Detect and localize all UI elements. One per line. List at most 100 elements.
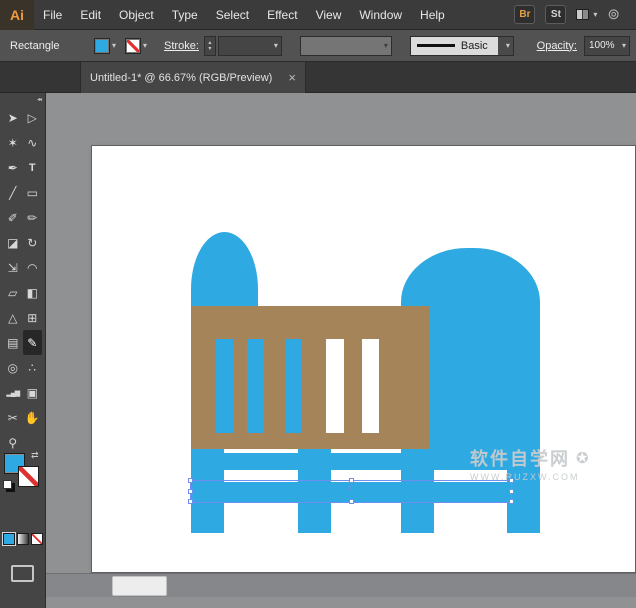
tab-close-button[interactable]: × [288,70,296,85]
workspace-switcher[interactable]: ▾ [576,9,597,20]
artboard-tool[interactable]: ▣ [23,380,43,405]
bridge-button[interactable]: Br [514,5,535,24]
rotate-tool[interactable]: ↻ [23,230,43,255]
cs-live-icon[interactable]: ⊚ [607,7,620,22]
stroke-weight-label[interactable]: Stroke: [164,40,199,52]
rectangle-tool[interactable]: ▭ [23,180,43,205]
toolbar-collapse-button[interactable]: ◂◂ [0,93,45,105]
scrollbar-thumb[interactable] [112,576,167,596]
main-menus: File Edit Object Type Select Effect View… [34,0,454,30]
app-logo[interactable]: Ai [0,0,34,30]
color-button[interactable] [3,533,15,545]
chevron-down-icon: ▾ [274,41,278,50]
menu-type[interactable]: Type [163,0,207,30]
perspective-grid-tool[interactable]: △ [3,305,23,330]
opacity-dropdown[interactable]: 100% ▾ [584,36,630,56]
blend-tool[interactable]: ◎ [3,355,23,380]
scale-tool[interactable]: ⇲ [3,255,23,280]
selection-center-point[interactable]: × [347,484,352,493]
stroke-weight-stepper[interactable]: ▴ ▾ [204,36,216,56]
color-mode-buttons [3,533,43,545]
slice-tool[interactable]: ✂ [3,405,23,430]
chevron-down-icon: ▾ [143,41,147,50]
type-tool[interactable]: T [23,155,43,180]
eyedropper-tool[interactable]: ✎ [23,330,43,355]
crib-slat-gap[interactable] [362,339,379,433]
width-tool[interactable]: ◠ [23,255,43,280]
brush-definition-dropdown[interactable]: ▾ [300,36,392,56]
menu-view[interactable]: View [307,0,351,30]
dropdown-arrow[interactable]: ▾ [498,37,513,55]
selection-handle-w[interactable] [188,489,193,494]
line-segment-tool[interactable]: ╱ [3,180,23,205]
default-colors-icon[interactable] [3,480,12,489]
direct-selection-tool[interactable]: ▷ [23,105,43,130]
pencil-tool[interactable]: ✏ [23,205,43,230]
status-strip [46,597,636,608]
crib-slat[interactable] [247,339,264,433]
free-transform-icon: ▱ [8,286,17,300]
zoom-tool[interactable]: ⚲ [3,430,23,455]
hand-tool[interactable]: ✋ [23,405,43,430]
illustrator-window: Ai File Edit Object Type Select Effect V… [0,0,636,608]
crib-slat-gap[interactable] [326,339,344,433]
menu-help[interactable]: Help [411,0,454,30]
selection-tool[interactable]: ➤ [3,105,23,130]
opacity-value: 100% [589,40,615,51]
mesh-tool[interactable]: ⊞ [23,305,43,330]
swap-fill-stroke-icon[interactable]: ⇄ [31,450,39,461]
crib-slat[interactable] [216,339,233,433]
stroke-weight-dropdown[interactable]: ▾ [218,36,282,56]
selection-handle-nw[interactable] [188,478,193,483]
selection-handle-ne[interactable] [509,478,514,483]
pencil-icon: ✏ [27,211,37,225]
stroke-style-dropdown[interactable]: Basic ▾ [410,36,514,56]
menu-edit[interactable]: Edit [71,0,110,30]
menu-effect[interactable]: Effect [258,0,306,30]
horizontal-scrollbar[interactable] [46,573,636,597]
stepper-down-icon[interactable]: ▾ [208,46,211,52]
symbol-sprayer-tool[interactable]: ∴ [23,355,43,380]
gradient-tool[interactable]: ▤ [3,330,23,355]
stroke-color-control[interactable]: ▾ [125,38,147,54]
watermark: 软件自学网 ✪ WWW.RUZXW.COM [470,445,636,482]
direct-selection-icon: ▷ [28,111,37,125]
selection-handle-s[interactable] [349,499,354,504]
eraser-tool[interactable]: ◪ [3,230,23,255]
artboard-canvas[interactable]: 软件自学网 ✪ WWW.RUZXW.COM × [91,145,636,573]
fill-swatch[interactable] [94,38,110,54]
selection-handle-e[interactable] [509,489,514,494]
gradient-button[interactable] [17,533,29,545]
free-transform-tool[interactable]: ▱ [3,280,23,305]
opacity-label[interactable]: Opacity: [537,40,577,52]
menu-file[interactable]: File [34,0,71,30]
stroke-color-swatch[interactable] [18,466,39,487]
lasso-tool[interactable]: ∿ [23,130,43,155]
pen-tool[interactable]: ✒ [3,155,23,180]
document-tab-bar: Untitled-1* @ 66.67% (RGB/Preview) × [0,62,636,93]
selection-handle-se[interactable] [509,499,514,504]
menu-object[interactable]: Object [110,0,163,30]
fill-color-control[interactable]: ▾ [94,38,116,54]
magic-wand-tool[interactable]: ✶ [3,130,23,155]
none-button[interactable] [31,533,43,545]
paintbrush-tool[interactable]: ✐ [3,205,23,230]
scale-icon: ⇲ [8,261,18,275]
shape-builder-tool[interactable]: ◧ [23,280,43,305]
menu-select[interactable]: Select [207,0,258,30]
tools-grid: ➤ ▷ ✶∿✒T ╱ ▭✐ ✏ ◪ ↻ ⇲ ◠ ▱ ◧△⊞▤✎ ◎ ∴▂▄▆▣✂✋⚲ [0,105,45,455]
stroke-none-swatch[interactable] [125,38,141,54]
screen-mode-button[interactable] [11,565,34,582]
blend-icon: ◎ [8,361,18,375]
selection-icon: ➤ [8,111,18,125]
stock-button[interactable]: St [545,5,566,24]
column-graph-tool[interactable]: ▂▄▆ [3,380,23,405]
tools-panel: ◂◂ ➤ ▷ ✶∿✒T ╱ ▭✐ ✏ ◪ ↻ ⇲ ◠ ▱ ◧△⊞▤✎ ◎ ∴▂▄▆▣✂✋⚲ ⇄ [0,93,46,608]
menu-window[interactable]: Window [350,0,411,30]
selection-handle-sw[interactable] [188,499,193,504]
rotate-icon: ↻ [27,236,37,250]
line-segment-icon: ╱ [9,186,16,200]
crib-slat[interactable] [285,339,301,433]
document-tab[interactable]: Untitled-1* @ 66.67% (RGB/Preview) × [80,62,306,93]
control-bar: Rectangle ▾ ▾ Stroke: ▴ ▾ ▾ ▾ Basic ▾ Op… [0,30,636,62]
